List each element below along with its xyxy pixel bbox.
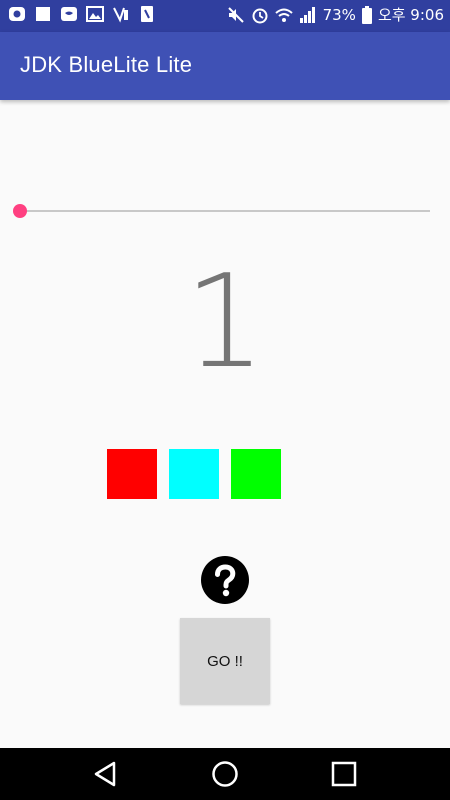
sim-icon (141, 6, 153, 22)
app-bar: JDK BlueLite Lite (0, 32, 450, 100)
slider-track[interactable] (20, 210, 430, 212)
status-bar-system: 73% 오후 9:06 (227, 5, 444, 25)
battery-icon (361, 6, 372, 24)
question-icon[interactable] (201, 556, 249, 604)
signal-icon (299, 7, 315, 23)
notification-icon (9, 7, 25, 21)
vibrate-icon (113, 7, 128, 23)
brightness-slider[interactable] (12, 200, 432, 224)
red-swatch[interactable] (107, 449, 157, 499)
slider-thumb[interactable] (13, 204, 27, 218)
level-display: 1 (184, 248, 266, 397)
chat-icon (61, 7, 77, 21)
battery-percent: 73% (322, 6, 356, 24)
app-title: JDK BlueLite Lite (20, 52, 193, 77)
go-button[interactable]: GO !! (180, 618, 270, 704)
wifi-icon (274, 8, 293, 22)
color-swatches (107, 449, 281, 499)
status-bar: 73% 오후 9:06 (0, 0, 450, 32)
status-bar-notifications (8, 5, 156, 23)
recents-icon[interactable] (328, 758, 360, 790)
square-icon (36, 7, 50, 21)
clock: 오후 9:06 (377, 6, 444, 24)
alarm-icon (252, 8, 268, 24)
cyan-swatch[interactable] (169, 449, 219, 499)
navigation-bar (0, 748, 450, 800)
green-swatch[interactable] (231, 449, 281, 499)
screen: 73% 오후 9:06 JDK BlueLite Lite 1 GO !! (0, 0, 450, 800)
mute-icon (227, 7, 244, 23)
home-icon[interactable] (209, 758, 241, 790)
back-icon[interactable] (90, 758, 122, 790)
image-icon (86, 6, 104, 22)
